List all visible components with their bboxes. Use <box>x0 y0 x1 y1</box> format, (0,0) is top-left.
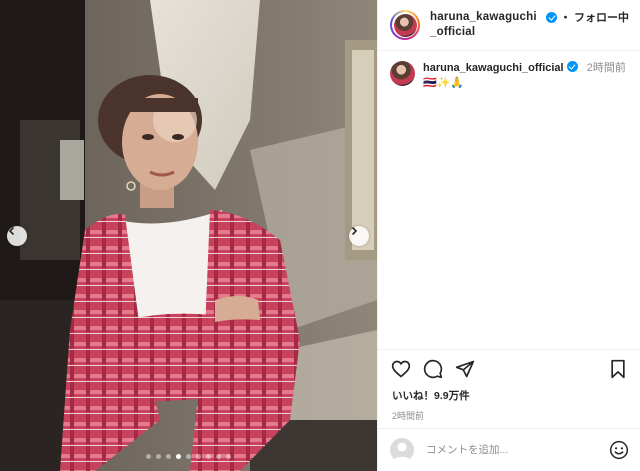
post-image <box>0 0 377 471</box>
emoji-button[interactable] <box>609 440 629 460</box>
comment-input[interactable] <box>426 444 596 456</box>
header-username[interactable]: haruna_kawaguchi_official <box>430 10 542 40</box>
caption-username[interactable]: haruna_kawaguchi_official <box>423 62 564 74</box>
carousel-dot <box>226 454 231 459</box>
avatar-image <box>393 13 417 37</box>
instagram-post-modal: haruna_kawaguchi_official ・ フォロー中 haruna… <box>0 0 640 471</box>
comment-icon <box>423 359 443 379</box>
bookmark-icon <box>611 359 625 379</box>
post-photo <box>0 0 377 471</box>
emoji-icon <box>609 440 629 460</box>
chevron-right-icon <box>351 226 358 236</box>
carousel-dot <box>146 454 151 459</box>
caption: haruna_kawaguchi_official 2時間前 🇹🇭✨🙏 <box>378 51 640 90</box>
verified-badge-icon <box>546 11 557 23</box>
carousel-next-button[interactable] <box>349 226 369 246</box>
share-icon <box>455 360 475 378</box>
caption-text: 🇹🇭✨🙏 <box>423 77 465 89</box>
carousel-dot <box>156 454 161 459</box>
carousel-dot <box>176 454 181 459</box>
carousel-dot <box>216 454 221 459</box>
verified-badge-icon <box>566 61 578 72</box>
save-button[interactable] <box>607 358 629 380</box>
carousel-dot <box>206 454 211 459</box>
post-timestamp[interactable]: 2時間前 <box>378 409 640 422</box>
carousel-dot <box>166 454 171 459</box>
post-actions-area: いいね！9.9万件 2時間前 <box>378 349 640 422</box>
carousel-dot <box>196 454 201 459</box>
action-bar <box>378 350 640 388</box>
header-follow-area: ・ フォロー中 <box>546 9 629 25</box>
comment-bar <box>378 428 640 471</box>
follow-separator: ・ <box>560 12 571 24</box>
avatar[interactable] <box>390 10 420 40</box>
chevron-left-icon <box>8 226 15 236</box>
carousel-prev-button[interactable] <box>7 226 27 246</box>
carousel-dot <box>186 454 191 459</box>
post-side-panel: haruna_kawaguchi_official ・ フォロー中 haruna… <box>377 0 640 471</box>
post-header: haruna_kawaguchi_official ・ フォロー中 <box>378 0 640 51</box>
caption-timestamp[interactable]: 2時間前 <box>587 62 626 74</box>
heart-icon <box>391 360 411 378</box>
following-button[interactable]: フォロー中 <box>574 9 629 25</box>
like-button[interactable] <box>390 358 412 380</box>
share-button[interactable] <box>454 358 476 380</box>
likes-count[interactable]: いいね！9.9万件 <box>378 388 640 403</box>
user-silhouette-icon <box>393 442 411 462</box>
carousel-indicator <box>0 454 377 459</box>
comment-button[interactable] <box>422 358 444 380</box>
caption-avatar[interactable] <box>390 61 415 86</box>
user-avatar <box>390 438 414 462</box>
